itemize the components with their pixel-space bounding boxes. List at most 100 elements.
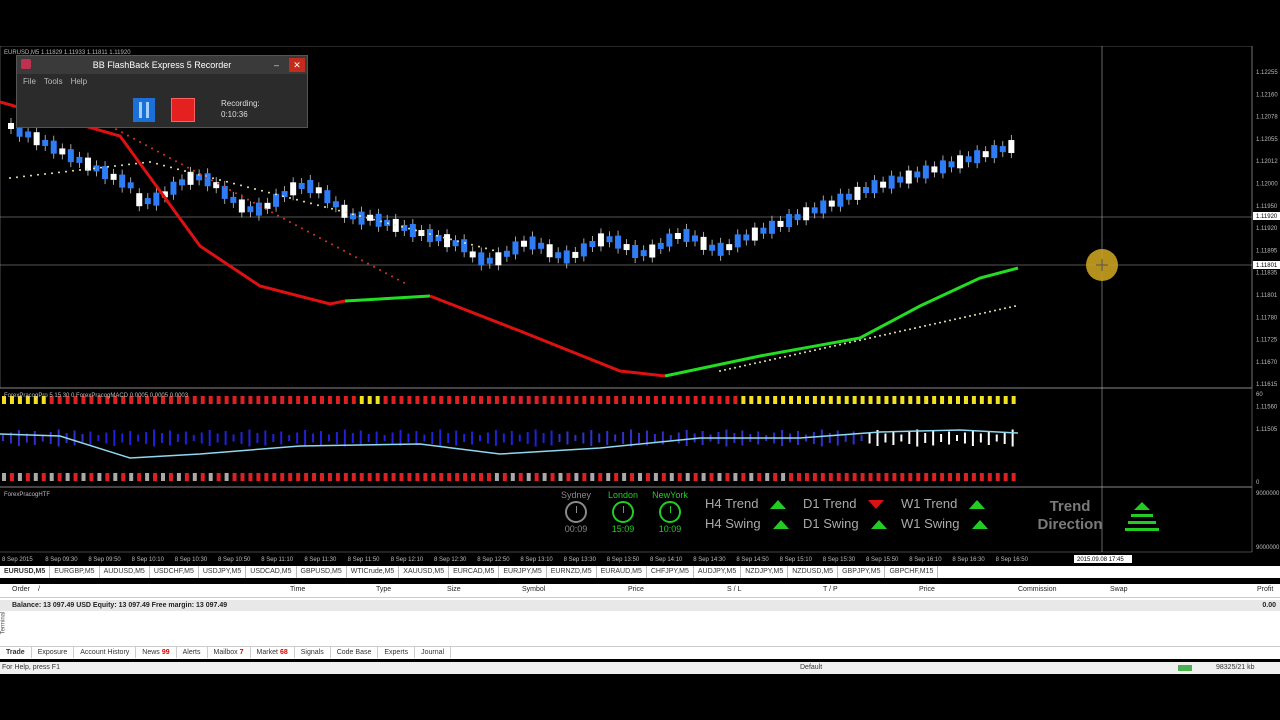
- terminal-column-header[interactable]: Commission: [1018, 586, 1057, 593]
- candle: [794, 214, 801, 221]
- candle: [709, 244, 716, 251]
- terminal-tab-signals[interactable]: Signals: [295, 647, 331, 658]
- time-tick: 8 Sep 2015: [2, 557, 33, 563]
- symbol-tab[interactable]: EURUSD,M5: [0, 566, 51, 578]
- symbol-tab[interactable]: EURNZD,M5: [547, 566, 597, 578]
- terminal-tab-code-base[interactable]: Code Base: [331, 647, 379, 658]
- candle: [820, 200, 827, 214]
- indicator-panel: [0, 396, 1019, 481]
- terminal-column-header[interactable]: Swap: [1110, 586, 1128, 593]
- session-city: NewYork: [652, 490, 688, 500]
- candle: [597, 233, 604, 247]
- terminal-tab-experts[interactable]: Experts: [378, 647, 416, 658]
- clock-icon: [565, 501, 587, 523]
- session-time: 15:09: [611, 524, 635, 534]
- terminal-tab-exposure[interactable]: Exposure: [32, 647, 75, 658]
- terminal-column-header[interactable]: S / L: [727, 586, 741, 593]
- symbol-tab[interactable]: GBPJPY,M5: [838, 566, 886, 578]
- terminal-tab-mailbox[interactable]: Mailbox 7: [208, 647, 251, 658]
- candle: [837, 193, 844, 207]
- symbol-tab[interactable]: EURAUD,M5: [597, 566, 647, 578]
- recorder-window[interactable]: BB FlashBack Express 5 Recorder – ✕ File…: [16, 55, 308, 128]
- recorder-menubar: File Tools Help: [17, 74, 307, 89]
- terminal-tab-market[interactable]: Market 68: [251, 647, 295, 658]
- symbol-tab[interactable]: EURCAD,M5: [449, 566, 500, 578]
- minimize-button[interactable]: –: [274, 56, 279, 74]
- price-tick: 1.11615: [1256, 382, 1278, 388]
- terminal-column-header[interactable]: Time: [290, 586, 305, 593]
- candle: [717, 242, 724, 256]
- symbol-tab[interactable]: EURGBP,M5: [50, 566, 100, 578]
- status-help: For Help, press F1: [2, 664, 60, 671]
- candle: [307, 179, 314, 193]
- candle: [529, 236, 536, 250]
- symbol-tab[interactable]: USDCAD,M5: [246, 566, 297, 578]
- arrow-up-icon: [870, 520, 887, 530]
- terminal-column-header[interactable]: Type: [376, 586, 391, 593]
- session-clocks: Sydney 00:09 London 15:09 NewYork 10:09: [556, 490, 696, 540]
- time-tick: 8 Sep 10:50: [218, 557, 251, 563]
- stop-button[interactable]: [171, 98, 195, 122]
- symbol-tab[interactable]: NZDUSD,M5: [788, 566, 839, 578]
- terminal-column-header[interactable]: Price: [919, 586, 935, 593]
- pause-button[interactable]: [133, 98, 155, 122]
- symbol-tab[interactable]: EURJPY,M5: [499, 566, 547, 578]
- symbol-tabs: EURUSD,M5 EURGBP,M5 AUDUSD,M5 USDCHF,M5 USDJ…: [0, 566, 1280, 578]
- recorder-title: BB FlashBack Express 5 Recorder: [92, 60, 232, 70]
- terminal-tab-trade[interactable]: Trade: [0, 647, 32, 658]
- terminal-column-header[interactable]: Profit: [1257, 586, 1273, 593]
- indicator-label: ForexPracogPro 5 15 30 0 ForexPracogMACD…: [4, 393, 189, 399]
- arrow-up-icon: [969, 500, 986, 510]
- symbol-tab[interactable]: GBPUSD,M5: [297, 566, 347, 578]
- menu-file[interactable]: File: [23, 77, 36, 86]
- terminal-tab-news[interactable]: News 99: [136, 647, 177, 658]
- close-button[interactable]: ✕: [289, 58, 305, 72]
- candle: [84, 157, 91, 171]
- candle: [555, 252, 562, 259]
- trend-item: H4 Swing: [705, 516, 800, 531]
- terminal-column-header[interactable]: /: [38, 586, 40, 593]
- candle: [110, 173, 117, 180]
- status-profile: Default: [800, 664, 823, 671]
- status-traffic: 98325/21 kb: [1216, 664, 1255, 671]
- menu-help[interactable]: Help: [71, 77, 87, 86]
- candle: [486, 257, 493, 264]
- balance-text: Balance: 13 097.49 USD Equity: 13 097.49…: [12, 602, 228, 609]
- terminal-header: Order / Time Type Size Symbol Price S / L T / P P…: [0, 584, 1280, 598]
- time-tick: 8 Sep 12:30: [434, 557, 467, 563]
- candle: [512, 241, 519, 255]
- candle: [264, 202, 271, 209]
- terminal-column-header[interactable]: Size: [447, 586, 461, 593]
- recorder-titlebar[interactable]: BB FlashBack Express 5 Recorder – ✕: [17, 56, 307, 74]
- symbol-tab[interactable]: GBPCHF,M15: [885, 566, 939, 578]
- time-tick: 8 Sep 09:30: [45, 557, 78, 563]
- terminal-tab-journal[interactable]: Journal: [415, 647, 452, 658]
- symbol-tab[interactable]: AUDJPY,M5: [694, 566, 742, 578]
- time-tick: 8 Sep 15:10: [780, 557, 813, 563]
- menu-tools[interactable]: Tools: [44, 77, 63, 86]
- symbol-tab[interactable]: XAUUSD,M5: [399, 566, 450, 578]
- candle: [657, 242, 664, 249]
- terminal-column-header[interactable]: T / P: [823, 586, 838, 593]
- terminal-column-header[interactable]: Order: [12, 586, 30, 593]
- symbol-tab[interactable]: CHFJPY,M5: [647, 566, 694, 578]
- trend-direction-title: Trend Direction: [1037, 498, 1103, 533]
- balance-row[interactable]: Balance: 13 097.49 USD Equity: 13 097.49…: [0, 600, 1280, 611]
- terminal-column-header[interactable]: Symbol: [522, 586, 545, 593]
- symbol-tab[interactable]: AUDUSD,M5: [100, 566, 150, 578]
- candle: [546, 244, 553, 258]
- candle: [803, 207, 810, 221]
- terminal-tab-alerts[interactable]: Alerts: [177, 647, 208, 658]
- price-tick: 1.11505: [1256, 427, 1278, 433]
- terminal-tab-account-history[interactable]: Account History: [74, 647, 137, 658]
- symbol-tab[interactable]: WTICrude,M5: [347, 566, 400, 578]
- price-tick: 1.12160: [1256, 92, 1278, 98]
- symbol-tab[interactable]: USDCHF,M5: [150, 566, 199, 578]
- badge: 7: [239, 649, 244, 656]
- symbol-tab[interactable]: NZDJPY,M5: [741, 566, 789, 578]
- candle: [939, 160, 946, 174]
- terminal-column-header[interactable]: Price: [628, 586, 644, 593]
- candle: [341, 204, 348, 218]
- symbol-tab[interactable]: USDJPY,M5: [199, 566, 247, 578]
- candle: [461, 239, 468, 253]
